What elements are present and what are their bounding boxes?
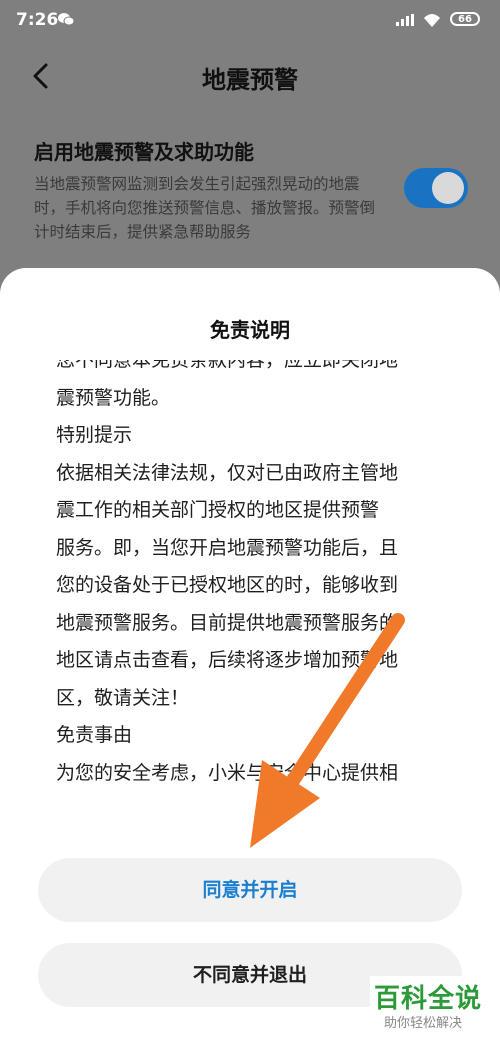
dialog-text-line: 免责事由 (56, 724, 133, 746)
status-time: 7:26 (16, 10, 59, 30)
setting-description: 当地震预警网监测到会发生引起强烈晃动的地震时，手机将向您推送预警信息、播放警报。… (34, 175, 376, 241)
wechat-icon (58, 13, 74, 26)
watermark-title: 百科全说 (374, 984, 483, 1014)
wifi-icon (424, 14, 440, 27)
watermark-subtitle: 助你轻松解决 (384, 1016, 463, 1031)
dialog-title: 免责说明 (210, 318, 290, 342)
setting-title: 启用地震预警及求助功能 (34, 140, 254, 164)
disclaimer-dialog: 免责说明 您不同意本免责条款内容，应立即关闭地 震预警功能。 特别提示 依据相关… (0, 268, 500, 1039)
page-title: 地震预警 (202, 66, 298, 94)
dialog-body[interactable]: 您不同意本免责条款内容，应立即关闭地 震预警功能。 特别提示 依据相关法律法规，… (56, 360, 456, 840)
dialog-text-line: 依据相关法律法规，仅对已由政府主管地 (56, 461, 399, 484)
agree-and-enable-button[interactable]: 同意并开启 (38, 858, 462, 922)
screen: 7:26 66 地震预警 启用地震预警及求助功能 当地震预警网监测到会发生引起强… (0, 0, 500, 1039)
dialog-text-line: 震工作的相关部门授权的地区提供预警 (56, 499, 380, 521)
earthquake-alert-toggle[interactable] (404, 168, 468, 208)
dialog-text-line: 区，敬请关注！ (56, 686, 190, 709)
dialog-text-line: 服务。即，当您开启地震预警功能后，且 (56, 536, 399, 559)
dialog-text-line: 地震预警服务。目前提供地震预警服务的 (56, 611, 399, 634)
watermark: 百科全说 助你轻松解决 (370, 976, 490, 1032)
dialog-text-line: 为您的安全考虑，小米与安全中心提供相 (56, 761, 399, 784)
battery-indicator: 66 (450, 12, 480, 26)
toggle-knob (432, 172, 464, 204)
status-bar: 7:26 66 (0, 0, 500, 40)
dialog-text-line: 特别提示 (56, 424, 133, 446)
battery-level: 66 (458, 13, 472, 25)
signal-icon (396, 14, 414, 26)
dialog-text-line: 震预警功能。 (56, 386, 171, 409)
dialog-text-line: 地区请点击查看，后续将逐步增加预警地 (56, 649, 399, 671)
dialog-text-line: 您不同意本免责条款内容，应立即关闭地 (56, 360, 399, 371)
dialog-text-line: 您的设备处于已授权地区的时，能够收到 (56, 574, 399, 596)
